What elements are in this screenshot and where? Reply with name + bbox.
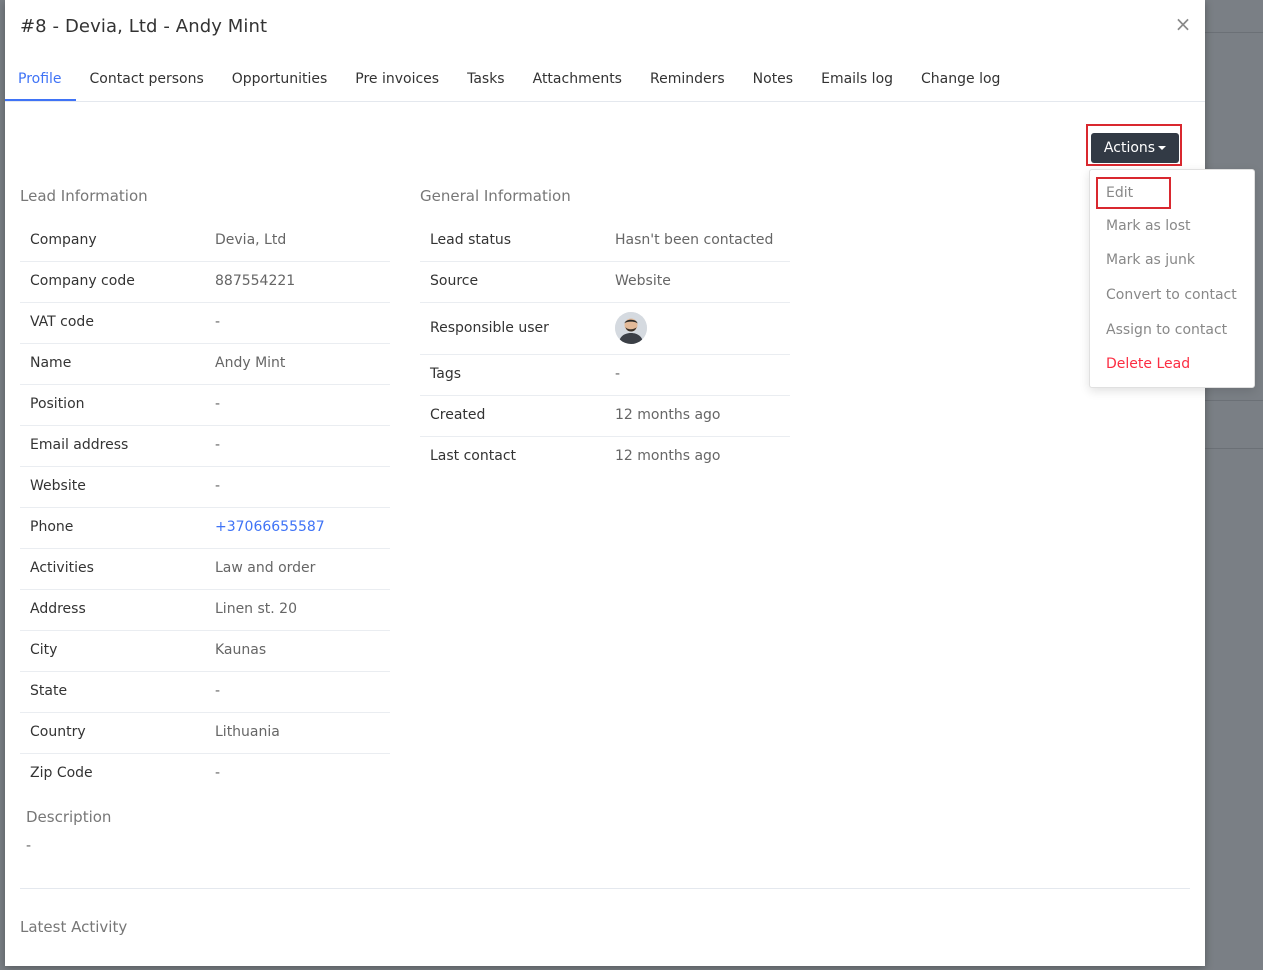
- caret-down-icon: [1158, 146, 1167, 150]
- lead-info-title: Lead Information: [20, 187, 148, 205]
- row-label: Address: [30, 601, 86, 617]
- table-row: Lead status Hasn't been contacted: [420, 220, 790, 262]
- row-value: 887554221: [215, 273, 296, 289]
- tab-contact-persons[interactable]: Contact persons: [76, 58, 218, 100]
- row-label: Lead status: [430, 232, 512, 248]
- table-row: Email address -: [20, 425, 390, 467]
- tab-change-log[interactable]: Change log: [907, 58, 1014, 100]
- row-value: 12 months ago: [615, 448, 721, 464]
- row-label: City: [30, 642, 58, 658]
- table-row: Created 12 months ago: [420, 395, 790, 437]
- row-label: Website: [30, 478, 86, 494]
- table-row: Company code 887554221: [20, 261, 390, 303]
- actions-label: Actions: [1103, 140, 1156, 156]
- row-value: -: [215, 396, 221, 412]
- phone-link[interactable]: +37066655587: [215, 519, 325, 535]
- menu-item-mark-as-lost[interactable]: Mark as lost: [1106, 218, 1191, 234]
- row-value: 12 months ago: [615, 407, 721, 423]
- row-value: -: [615, 366, 621, 382]
- modal-title: #8 - Devia, Ltd - Andy Mint: [20, 16, 268, 37]
- avatar[interactable]: [615, 312, 647, 344]
- divider: [20, 888, 1190, 889]
- menu-item-edit[interactable]: Edit: [1106, 185, 1133, 201]
- row-value: -: [215, 683, 221, 699]
- table-row: Country Lithuania: [20, 712, 390, 754]
- row-label: Name: [30, 355, 72, 371]
- row-value: Website: [615, 273, 671, 289]
- row-label: Phone: [30, 519, 74, 535]
- row-label: State: [30, 683, 68, 699]
- actions-dropdown-menu: Edit Mark as lost Mark as junk Convert t…: [1089, 169, 1255, 388]
- tab-attachments[interactable]: Attachments: [519, 58, 636, 100]
- menu-item-convert-to-contact[interactable]: Convert to contact: [1106, 287, 1237, 303]
- avatar-image: [615, 312, 647, 344]
- table-row: Last contact 12 months ago: [420, 436, 790, 477]
- table-row: Address Linen st. 20: [20, 589, 390, 631]
- table-row: Responsible user: [420, 302, 790, 355]
- table-row: Name Andy Mint: [20, 343, 390, 385]
- description-title: Description: [26, 808, 112, 826]
- row-value: Kaunas: [215, 642, 267, 658]
- row-value: -: [215, 478, 221, 494]
- table-row: VAT code -: [20, 302, 390, 344]
- table-row: Company Devia, Ltd: [20, 220, 390, 262]
- row-value: -: [215, 765, 221, 781]
- row-value: Law and order: [215, 560, 316, 576]
- tab-opportunities[interactable]: Opportunities: [218, 58, 342, 100]
- tab-notes[interactable]: Notes: [739, 58, 807, 100]
- row-label: Created: [430, 407, 486, 423]
- actions-button[interactable]: Actions: [1091, 133, 1179, 163]
- tab-pre-invoices[interactable]: Pre invoices: [341, 58, 453, 100]
- menu-item-mark-as-junk[interactable]: Mark as junk: [1106, 252, 1195, 268]
- backdrop: [1203, 0, 1263, 970]
- row-label: Last contact: [430, 448, 517, 464]
- row-value: Linen st. 20: [215, 601, 297, 617]
- row-value: Andy Mint: [215, 355, 286, 371]
- row-label: Source: [430, 273, 479, 289]
- table-row: Tags -: [420, 354, 790, 396]
- tab-bar: Profile Contact persons Opportunities Pr…: [5, 58, 1205, 102]
- row-value: -: [215, 437, 221, 453]
- row-label: Activities: [30, 560, 94, 576]
- latest-activity-title: Latest Activity: [20, 918, 128, 936]
- tab-tasks[interactable]: Tasks: [453, 58, 519, 100]
- row-label: Email address: [30, 437, 129, 453]
- row-label: Zip Code: [30, 765, 93, 781]
- menu-item-delete-lead[interactable]: Delete Lead: [1106, 356, 1190, 372]
- lead-modal: #8 - Devia, Ltd - Andy Mint × Profile Co…: [5, 0, 1205, 966]
- row-label: Position: [30, 396, 85, 412]
- tab-profile[interactable]: Profile: [5, 58, 76, 101]
- description-value: -: [26, 838, 32, 854]
- row-value: Hasn't been contacted: [615, 232, 774, 248]
- row-value: Lithuania: [215, 724, 280, 740]
- table-row: State -: [20, 671, 390, 713]
- close-icon[interactable]: ×: [1173, 14, 1193, 34]
- tab-reminders[interactable]: Reminders: [636, 58, 739, 100]
- table-row: Website -: [20, 466, 390, 508]
- row-label: Tags: [430, 366, 461, 382]
- table-row: Zip Code -: [20, 753, 390, 794]
- table-row: Position -: [20, 384, 390, 426]
- row-label: Company code: [30, 273, 135, 289]
- tab-emails-log[interactable]: Emails log: [807, 58, 907, 100]
- row-value: -: [215, 314, 221, 330]
- row-label: Country: [30, 724, 86, 740]
- table-row: Activities Law and order: [20, 548, 390, 590]
- table-row: Phone +37066655587: [20, 507, 390, 549]
- general-info-title: General Information: [420, 187, 571, 205]
- row-value: Devia, Ltd: [215, 232, 287, 248]
- table-row: Source Website: [420, 261, 790, 303]
- row-label: Responsible user: [430, 320, 549, 336]
- menu-item-assign-to-contact[interactable]: Assign to contact: [1106, 322, 1227, 338]
- row-label: VAT code: [30, 314, 94, 330]
- table-row: City Kaunas: [20, 630, 390, 672]
- row-label: Company: [30, 232, 97, 248]
- actions-highlight: Actions: [1086, 124, 1182, 166]
